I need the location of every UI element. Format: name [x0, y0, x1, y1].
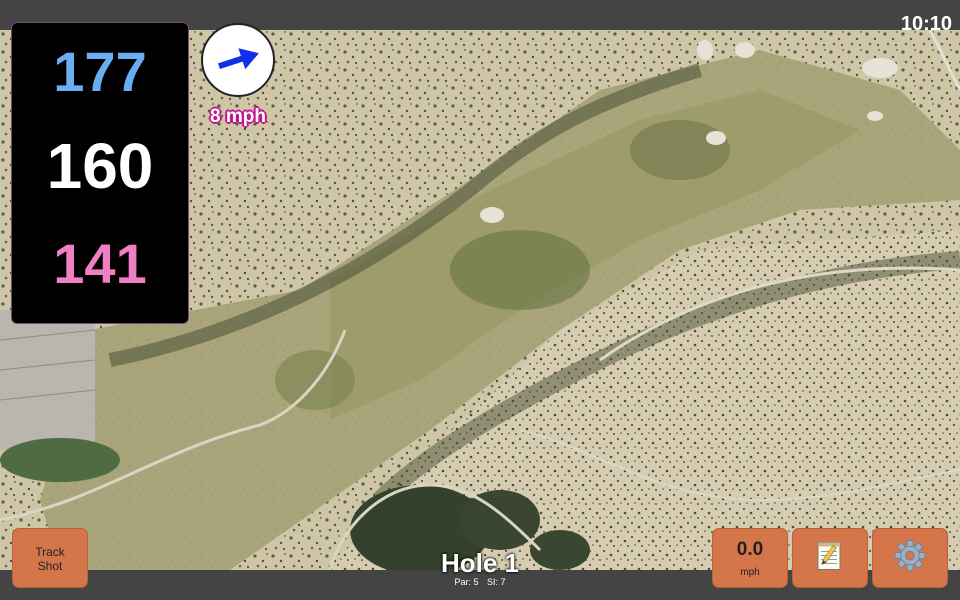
arrow-right-icon — [218, 48, 259, 70]
hole-stroke-index: SI: 7 — [487, 577, 506, 587]
middle-distance: 160 — [46, 130, 154, 202]
hole-title: Hole 1 — [440, 548, 520, 578]
front-distance: 141 — [53, 232, 147, 295]
speed-unit: mph — [740, 567, 760, 578]
settings-button[interactable] — [872, 528, 948, 588]
notepad-icon — [815, 540, 845, 577]
swing-speed-button[interactable]: 0.0 mph — [712, 528, 788, 588]
hole-par: Par: 5 — [454, 577, 479, 587]
hole-meta: Par: 5 SI: 7 — [380, 577, 580, 587]
scorecard-notes-button[interactable] — [792, 528, 868, 588]
wind-indicator — [201, 23, 275, 97]
track-shot-button[interactable]: Track Shot — [12, 528, 88, 588]
back-distance: 177 — [53, 40, 147, 103]
track-shot-label-line1: Track — [35, 545, 65, 559]
gear-icon — [894, 540, 926, 577]
track-shot-label-line2: Shot — [37, 559, 63, 573]
wind-speed-label: 8 mph — [210, 106, 266, 127]
speed-value: 0.0 — [736, 539, 764, 560]
distance-panel: 177 160 141 — [11, 22, 189, 324]
